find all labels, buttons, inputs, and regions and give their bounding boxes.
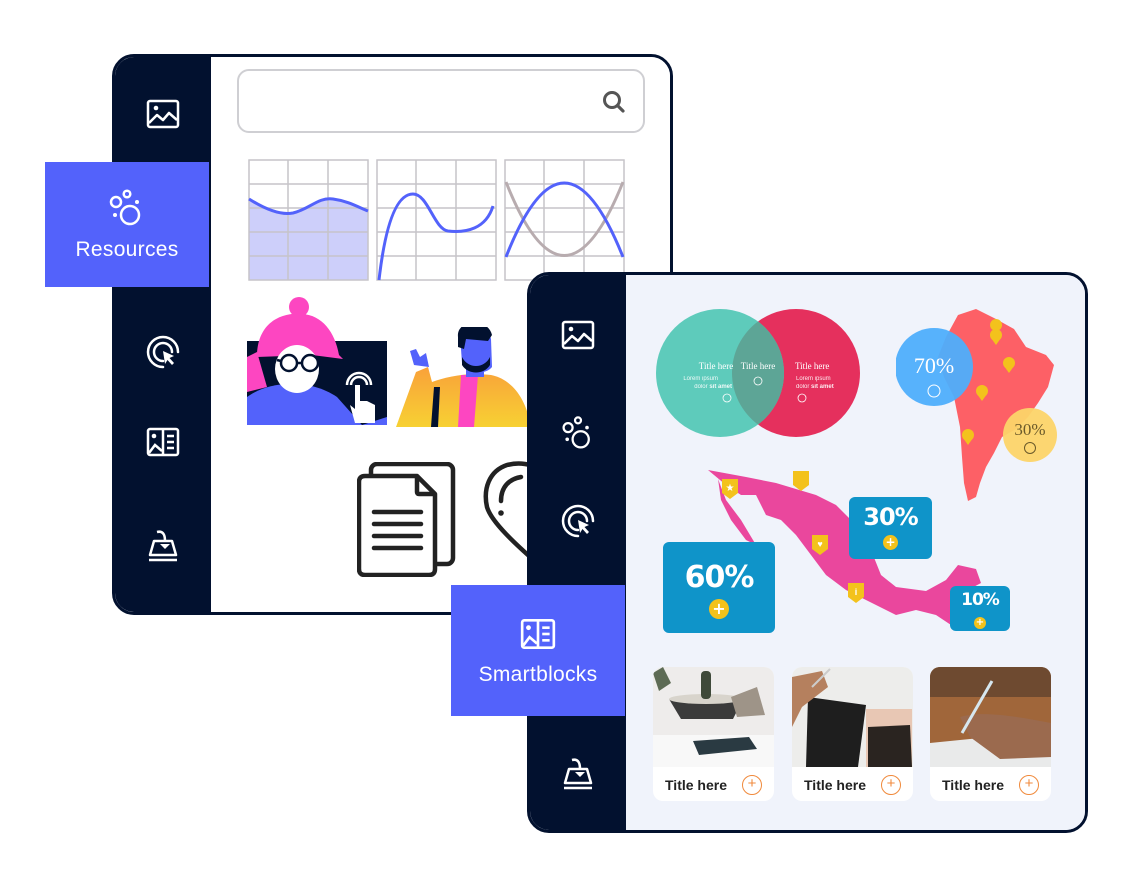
stat-box-10[interactable]: 10% + — [950, 586, 1010, 631]
venn-diagram[interactable]: Title here Lorem ipsum dolor sit amet Ti… — [656, 309, 862, 439]
add-icon[interactable]: + — [1019, 775, 1039, 795]
writing-photo — [930, 667, 1051, 767]
import-icon — [563, 758, 593, 790]
sidebar-item-resources[interactable] — [558, 413, 598, 453]
venn-left-text-2: dolor sit amet — [694, 384, 732, 390]
content-card[interactable]: Title here + — [653, 667, 774, 801]
sidebar-item-interactive[interactable] — [143, 332, 183, 372]
stat-box-60[interactable]: 60% + — [663, 542, 775, 633]
bubble-30-value: 30% — [1014, 420, 1045, 439]
venn-left-text: Lorem ipsum — [683, 376, 718, 382]
search-bar[interactable] — [237, 69, 645, 133]
smartblocks-label: Smartblocks — [478, 662, 598, 686]
sidebar-item-image[interactable] — [558, 315, 598, 355]
area-chart-thumbnail[interactable] — [248, 159, 369, 281]
venn-left-title: Title here — [699, 361, 733, 371]
card-title: Title here — [665, 777, 727, 793]
smartblocks-panel: Title here Lorem ipsum dolor sit amet Ti… — [626, 275, 1085, 830]
area-fill — [249, 198, 368, 280]
parabola-down — [504, 181, 625, 258]
card-title: Title here — [942, 777, 1004, 793]
svg-text:★: ★ — [726, 483, 735, 494]
bubble-70-value: 70% — [914, 353, 954, 378]
search-input[interactable] — [255, 71, 595, 131]
curve-chart-thumbnail[interactable] — [376, 159, 497, 281]
sidebar — [530, 275, 626, 830]
sidebar-item-smartblocks[interactable]: Smartblocks — [451, 585, 625, 716]
notebook-photo — [792, 667, 913, 767]
interactive-icon — [561, 504, 595, 538]
image-icon — [146, 99, 180, 129]
woman-touch-illustration[interactable] — [247, 297, 387, 427]
card-title: Title here — [804, 777, 866, 793]
import-icon — [148, 530, 178, 562]
stat-60-add-icon[interactable]: + — [709, 599, 729, 619]
interactive-icon — [146, 335, 180, 369]
svg-text:♥: ♥ — [817, 539, 822, 549]
parabola-chart-thumbnail[interactable] — [504, 159, 625, 281]
stat-30-add-icon[interactable]: + — [883, 535, 898, 550]
smartblocks-icon — [520, 618, 556, 649]
plant-desk-photo — [653, 667, 774, 767]
sidebar-item-import[interactable] — [558, 753, 598, 793]
search-icon[interactable] — [601, 89, 627, 115]
stat-box-30[interactable]: 30% + — [849, 497, 932, 559]
venn-right-text-2: dolor sit amet — [796, 384, 834, 390]
curve-line — [377, 192, 495, 281]
sidebar-item-smartblocks[interactable] — [143, 422, 183, 462]
sidebar-item-image[interactable] — [143, 94, 183, 134]
smartblocks-icon — [146, 427, 180, 457]
venn-right-title: Title here — [795, 361, 829, 371]
content-card[interactable]: Title here + — [930, 667, 1051, 801]
smartblocks-window: Title here Lorem ipsum dolor sit amet Ti… — [527, 272, 1088, 833]
venn-right-text: Lorem ipsum — [796, 376, 831, 382]
venn-middle-title: Title here — [741, 361, 775, 371]
image-icon — [561, 320, 595, 350]
stat-60-value: 60% — [684, 560, 755, 595]
stat-10-value: 10% — [961, 590, 1000, 610]
documents-icon[interactable] — [357, 462, 457, 577]
stat-30-value: 30% — [863, 503, 918, 531]
resources-icon — [562, 416, 590, 449]
man-waving-illustration[interactable] — [396, 327, 531, 427]
sidebar-item-interactive[interactable] — [558, 501, 598, 541]
resources-icon — [109, 188, 141, 225]
svg-text:i: i — [855, 587, 858, 597]
add-icon[interactable]: + — [742, 775, 762, 795]
sidebar — [115, 57, 211, 612]
add-icon[interactable]: + — [881, 775, 901, 795]
stat-10-add-icon[interactable]: + — [974, 617, 986, 629]
content-card[interactable]: Title here + — [792, 667, 913, 801]
sidebar-item-resources[interactable]: Resources — [45, 162, 209, 287]
sidebar-item-import[interactable] — [143, 525, 183, 565]
resources-label: Resources — [75, 237, 179, 261]
